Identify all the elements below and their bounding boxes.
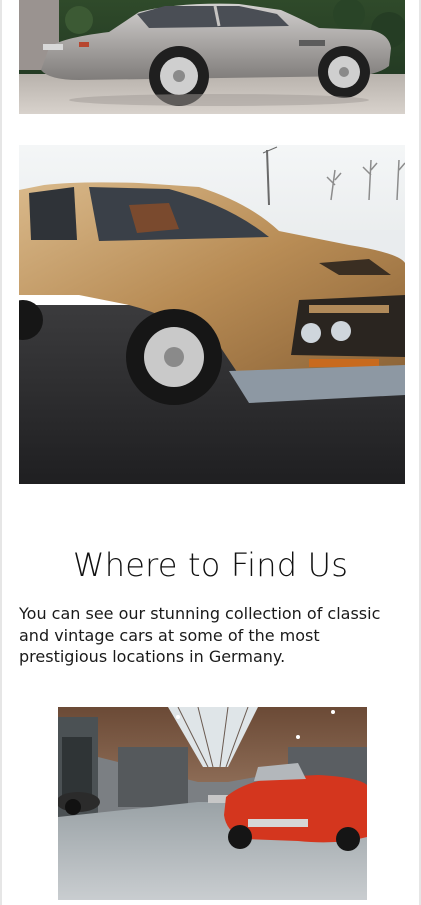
silver-classic-coupe-photo [19, 0, 405, 114]
car-exhibition-hall-photo [58, 707, 367, 900]
page: Where to Find Us You can see our stunnin… [0, 0, 421, 905]
section-description: You can see our stunning collection of c… [19, 604, 381, 666]
gold-classic-sports-car-photo [19, 145, 405, 484]
section-title: Where to Find Us [72, 546, 349, 584]
